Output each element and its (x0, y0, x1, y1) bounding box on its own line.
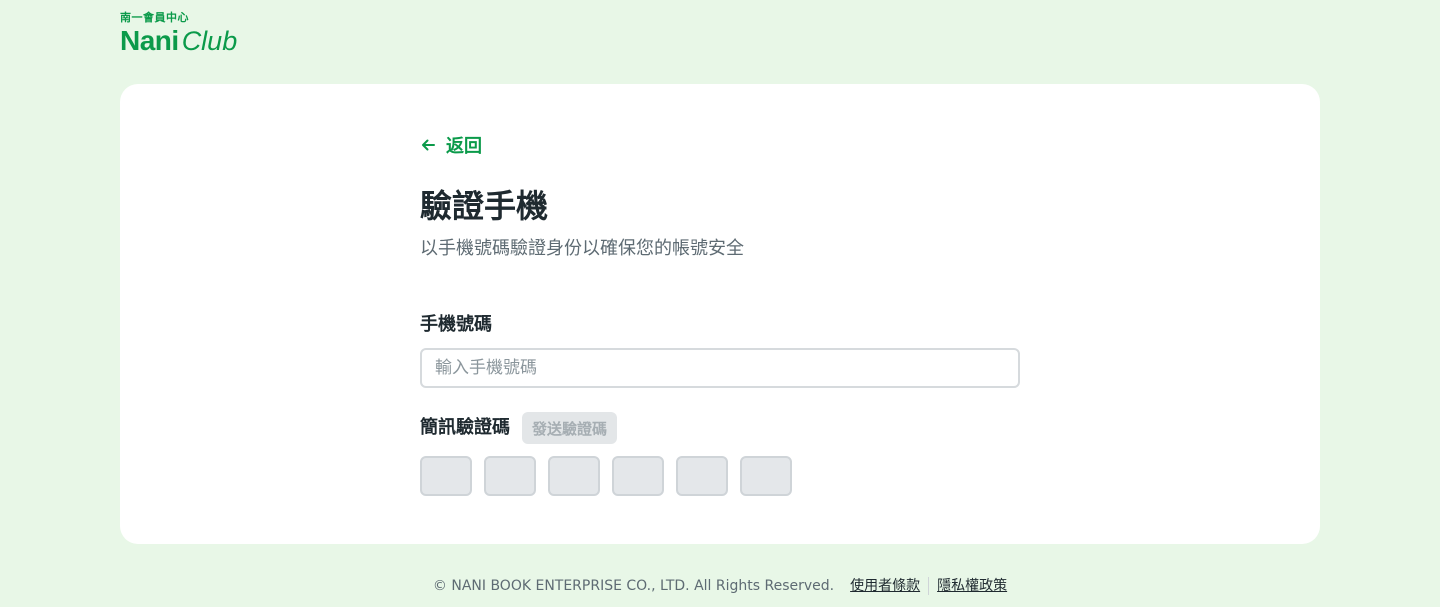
page-title: 驗證手機 (420, 187, 549, 225)
logo-club: Club (181, 26, 238, 56)
site-logo[interactable]: 南一會員中心 Nani Club (120, 11, 237, 60)
otp-digit-3[interactable] (548, 456, 600, 496)
sms-code-label: 簡訊驗證碼 (420, 417, 510, 438)
copyright-text: © NANI BOOK ENTERPRISE CO., LTD. All Rig… (432, 578, 835, 594)
logo-wordmark: Nani Club (120, 26, 237, 60)
logo-subtitle: 南一會員中心 (120, 11, 189, 24)
privacy-link[interactable]: 隱私權政策 (937, 576, 1007, 596)
phone-label: 手機號碼 (420, 314, 492, 335)
arrow-left-icon (422, 139, 435, 151)
footer-divider (928, 577, 930, 595)
otp-digit-1[interactable] (420, 456, 472, 496)
sms-row: 簡訊驗證碼 發送驗證碼 (420, 412, 618, 444)
back-label: 返回 (446, 136, 482, 157)
logo-nani: Nani (120, 25, 179, 56)
send-code-button[interactable]: 發送驗證碼 (522, 412, 618, 444)
verify-phone-card: 返回 驗證手機 以手機號碼驗證身份以確保您的帳號安全 手機號碼 簡訊驗證碼 發送… (120, 84, 1320, 544)
terms-link[interactable]: 使用者條款 (850, 576, 920, 596)
otp-digit-2[interactable] (484, 456, 536, 496)
footer: © NANI BOOK ENTERPRISE CO., LTD. All Rig… (0, 576, 1440, 596)
phone-input[interactable] (420, 348, 1020, 388)
otp-digit-6[interactable] (740, 456, 792, 496)
back-link[interactable]: 返回 (420, 132, 482, 158)
otp-digit-5[interactable] (676, 456, 728, 496)
otp-inputs (420, 456, 804, 496)
page-subtitle: 以手機號碼驗證身份以確保您的帳號安全 (420, 238, 744, 259)
otp-digit-4[interactable] (612, 456, 664, 496)
